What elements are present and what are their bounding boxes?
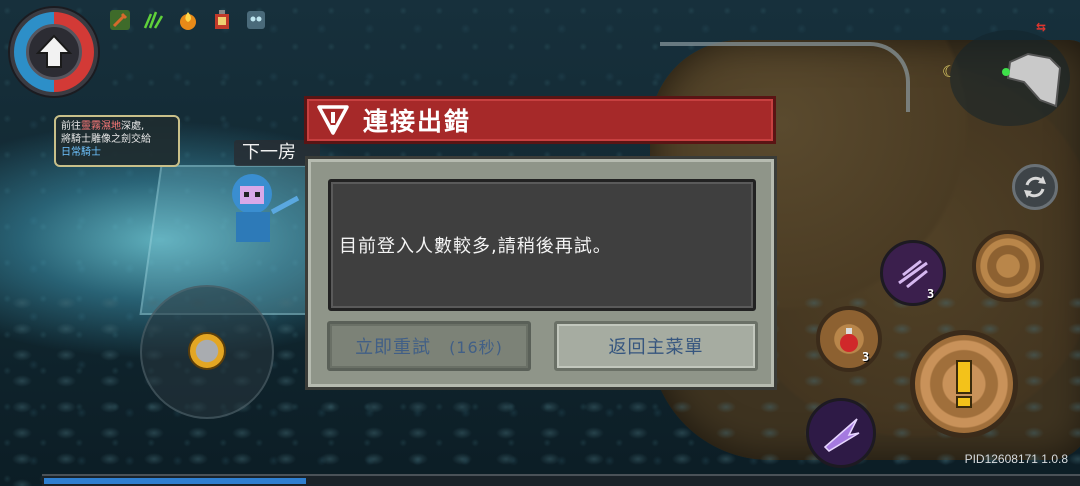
dialog-title-bar: 連接出錯: [304, 96, 776, 144]
buff-slot[interactable]: [140, 6, 168, 34]
potion-count: 3: [862, 350, 870, 364]
version-label: PID12608171 1.0.8: [964, 452, 1068, 466]
buff-slot[interactable]: [242, 6, 270, 34]
minimap-toggle-icon[interactable]: ⇆: [1036, 20, 1046, 34]
swap-icon: [1024, 176, 1046, 198]
exclamation-icon: [956, 360, 972, 408]
moon-icon: ☾: [942, 62, 957, 81]
minimap-room-icon: [1002, 52, 1062, 108]
wrench-icon: [110, 10, 130, 30]
quest-text: 將騎士雕像之劍交給: [61, 134, 151, 145]
buff-slot[interactable]: [208, 6, 236, 34]
dialog-message: 目前登入人數較多,請稍後再試。: [339, 236, 612, 257]
knight-statue: [232, 174, 300, 242]
slash-skill-button[interactable]: [806, 398, 876, 468]
mask-icon: [247, 11, 265, 29]
retry-countdown: (16秒): [449, 338, 503, 357]
health-mana-ring[interactable]: [10, 8, 98, 96]
swap-weapon-button[interactable]: [1012, 164, 1058, 210]
slash-icon: [823, 418, 860, 452]
menu-label: 返回主菜單: [608, 337, 704, 358]
joystick-knob[interactable]: [188, 332, 226, 370]
dialog-title: 連接出錯: [363, 107, 472, 136]
dash-count: 3: [927, 287, 935, 301]
experience-bar: [42, 474, 1080, 486]
quest-location: 靈霧濕地: [81, 121, 121, 132]
potion-button[interactable]: 3: [816, 306, 882, 372]
quest-text: 前往: [61, 121, 81, 132]
experience-fill: [44, 478, 306, 484]
warning-icon: [317, 105, 349, 135]
lantern-icon: [215, 10, 229, 29]
message-box: 目前登入人數較多,請稍後再試。: [328, 179, 756, 311]
grass-icon: [143, 11, 164, 29]
buff-slot[interactable]: [174, 6, 202, 34]
quest-text: 深處,: [121, 121, 145, 132]
empty-skill-slot[interactable]: [972, 230, 1044, 302]
retry-label: 立即重試: [355, 337, 432, 358]
potion-icon: [840, 328, 858, 352]
level-up-button[interactable]: [26, 24, 82, 80]
buff-slot[interactable]: [106, 6, 134, 34]
dash-skill-button[interactable]: 3: [880, 240, 946, 306]
quest-tracker[interactable]: 前往靈霧濕地深處, 將騎士雕像之劍交給 日常騎士: [54, 115, 180, 167]
flame-icon: [180, 12, 196, 30]
attack-interact-button[interactable]: [910, 330, 1018, 438]
return-main-menu-button[interactable]: 返回主菜單: [554, 321, 758, 371]
quest-npc: 日常騎士: [61, 147, 101, 158]
connection-error-dialog: 目前登入人數較多,請稍後再試。 立即重試 (16秒) 返回主菜單: [305, 156, 777, 390]
up-arrow-icon: [35, 34, 73, 68]
retry-now-button[interactable]: 立即重試 (16秒): [327, 321, 531, 371]
buff-bar: [106, 6, 270, 34]
